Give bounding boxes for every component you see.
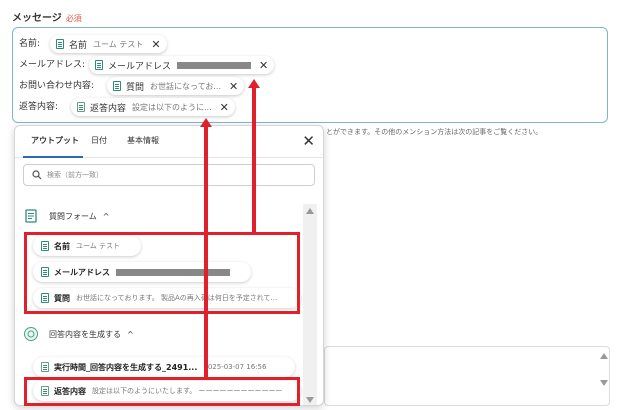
row-label-inquiry: お問い合わせ内容:	[19, 81, 95, 91]
annotation-line-lower	[204, 126, 208, 378]
field-label: メッセージ 必須	[12, 13, 82, 24]
doc-icon	[95, 60, 103, 70]
search-icon	[32, 170, 42, 180]
mention-hint: とができます。その他のメンション方法は次の記事をご覧ください。	[326, 128, 543, 136]
section-generate-answer[interactable]: 回答内容を生成する ^	[23, 326, 134, 342]
tab-output[interactable]: アウトプット	[31, 135, 79, 146]
required-badge: 必須	[65, 14, 82, 23]
close-icon[interactable]: ✕	[220, 101, 229, 114]
active-tab-indicator	[23, 156, 83, 158]
close-icon[interactable]: ✕	[151, 38, 160, 51]
doc-icon	[41, 362, 49, 372]
item-exec-time[interactable]: 実行時間_回答内容を生成する_2491... 2025-03-07 16:56	[33, 357, 295, 377]
annotation-box-reply	[24, 377, 300, 406]
row-label-email: メールアドレス:	[19, 60, 86, 70]
form-icon	[25, 209, 37, 223]
chip-name[interactable]: 名前 ユーム テスト ✕	[50, 35, 167, 53]
chevron-up-icon: ^	[127, 329, 134, 339]
tab-basic-info[interactable]: 基本情報	[127, 135, 159, 146]
panel-scrollbar[interactable]	[303, 204, 317, 405]
close-icon[interactable]: ✕	[259, 59, 268, 72]
close-icon[interactable]: ✕	[302, 132, 315, 150]
chip-question[interactable]: 質問 お世話になってお... ✕	[107, 77, 245, 95]
tab-date[interactable]: 日付	[91, 135, 107, 146]
doc-icon	[77, 102, 85, 112]
ai-icon	[24, 327, 38, 341]
annotation-line-upper	[252, 85, 256, 233]
doc-icon	[56, 39, 64, 49]
arrow-up-icon	[200, 118, 212, 127]
background-scrollbar[interactable]	[597, 350, 611, 406]
tab-bar: アウトプット 日付 基本情報 ✕	[15, 126, 323, 158]
chip-email[interactable]: メールアドレス ✕	[89, 56, 275, 74]
search-input[interactable]: 検索（前方一致）	[23, 164, 315, 186]
message-input[interactable]: 名前: 名前 ユーム テスト ✕ メールアドレス: メールアドレス ✕ お問い合わ…	[12, 27, 608, 123]
doc-icon	[113, 81, 121, 91]
arrow-up-icon	[248, 79, 260, 88]
close-icon[interactable]: ✕	[229, 80, 238, 93]
row-label-name: 名前:	[19, 39, 41, 49]
chip-reply[interactable]: 返答内容 設定は以下のように... ✕	[71, 98, 235, 116]
chevron-up-icon: ^	[102, 211, 110, 221]
section-question-form[interactable]: 質問フォーム ^	[23, 208, 109, 224]
redacted-value	[177, 61, 252, 69]
background-textarea	[324, 346, 610, 406]
annotation-box-form	[24, 232, 300, 314]
row-label-reply: 返答内容:	[19, 102, 59, 112]
